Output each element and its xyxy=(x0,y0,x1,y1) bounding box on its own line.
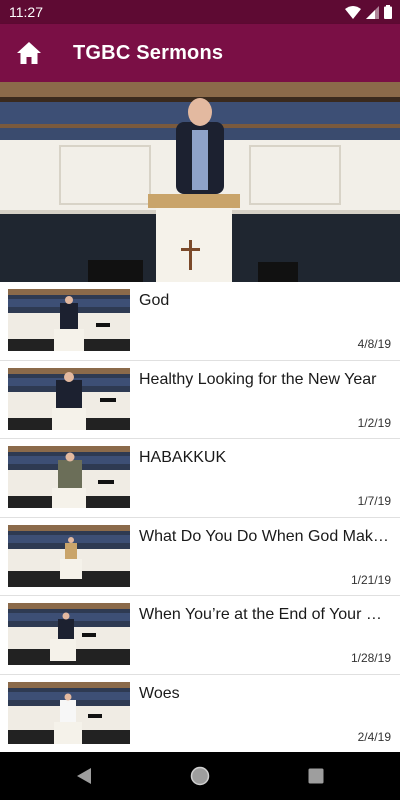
back-button[interactable] xyxy=(72,764,96,788)
sermon-thumbnail xyxy=(8,524,130,587)
home-button[interactable] xyxy=(12,36,46,70)
featured-video-still[interactable] xyxy=(0,82,400,282)
app-title: TGBC Sermons xyxy=(73,42,224,64)
sermon-list[interactable]: God 4/8/19 Healthy Looking for the New Y… xyxy=(0,282,400,752)
sermon-date: 4/8/19 xyxy=(357,337,391,351)
sermon-row[interactable]: God 4/8/19 xyxy=(0,282,400,361)
sermon-row[interactable]: What Do You Do When God Makes... 1/21/19 xyxy=(0,518,400,596)
back-icon xyxy=(77,768,91,784)
sermon-row[interactable]: HABAKKUK 1/7/19 xyxy=(0,439,400,518)
wifi-icon xyxy=(345,5,361,19)
sermon-title: Woes xyxy=(139,684,180,702)
home-circle-icon xyxy=(190,766,210,786)
sermon-date: 1/7/19 xyxy=(357,494,391,508)
recents-icon xyxy=(308,768,324,784)
home-nav-button[interactable] xyxy=(188,764,212,788)
status-bar: 11:27 xyxy=(0,0,400,24)
sermon-title: When You’re at the End of Your Rope xyxy=(139,606,391,623)
signal-icon xyxy=(366,5,379,19)
sermon-title: Healthy Looking for the New Year xyxy=(139,370,377,388)
pastor-at-pulpit-image xyxy=(0,82,400,282)
sermon-date: 1/2/19 xyxy=(357,415,391,430)
sermon-title: What Do You Do When God Makes... xyxy=(139,527,391,545)
system-nav-bar xyxy=(0,752,400,800)
sermon-date: 1/28/19 xyxy=(350,651,391,665)
sermon-date: 2/4/19 xyxy=(357,729,391,744)
sermon-title: HABAKKUK xyxy=(139,449,227,466)
app-bar: TGBC Sermons xyxy=(0,24,400,82)
sermon-thumbnail xyxy=(8,289,130,351)
sermon-thumbnail xyxy=(8,446,130,508)
status-icons xyxy=(345,5,392,19)
sermon-row[interactable]: When You’re at the End of Your Rope 1/28… xyxy=(0,596,400,675)
status-time: 11:27 xyxy=(9,4,43,20)
sermon-row[interactable]: Woes 2/4/19 xyxy=(0,675,400,753)
sermon-title: God xyxy=(139,292,170,309)
sermon-date: 1/21/19 xyxy=(350,572,391,587)
sermon-thumbnail xyxy=(8,603,130,665)
sermon-thumbnail xyxy=(8,367,130,430)
recents-button[interactable] xyxy=(304,764,328,788)
home-icon xyxy=(17,42,41,64)
battery-icon xyxy=(384,5,392,19)
sermon-row[interactable]: Healthy Looking for the New Year 1/2/19 xyxy=(0,361,400,439)
sermon-thumbnail xyxy=(8,681,130,744)
